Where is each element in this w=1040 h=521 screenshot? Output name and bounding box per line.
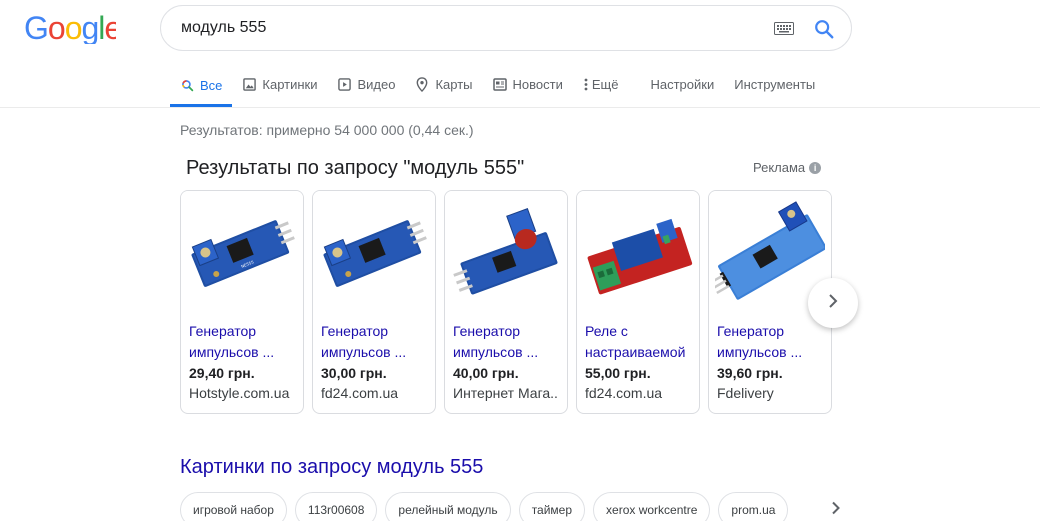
product-card[interactable]: Генератор импульсов ... 30,00 грн. fd24.… [312, 190, 436, 414]
info-icon[interactable]: i [809, 161, 822, 174]
search-input[interactable] [181, 6, 741, 50]
product-price: 30,00 грн. [321, 365, 387, 381]
product-store: Fdelivery [717, 385, 774, 401]
product-image[interactable] [313, 191, 435, 314]
product-card[interactable]: NE555 Генератор импульсов ... 29,40 грн.… [180, 190, 304, 414]
product-carousel: NE555 Генератор импульсов ... 29,40 грн.… [180, 190, 840, 414]
tab-video[interactable]: Видео [328, 64, 406, 105]
tab-more[interactable]: Ещё [573, 64, 629, 105]
tab-label: Настройки [650, 77, 715, 92]
tab-news[interactable]: Новости [483, 64, 573, 105]
product-card[interactable]: Реле с настраиваемой 55,00 грн. fd24.com… [576, 190, 700, 414]
tab-tools[interactable]: Инструменты [724, 64, 825, 105]
result-stats: Результатов: примерно 54 000 000 (0,44 с… [180, 122, 474, 138]
tab-images[interactable]: Картинки [232, 64, 327, 105]
image-chips: игровой набор 113r00608 релейный модуль … [180, 492, 796, 521]
chips-next-button[interactable] [822, 496, 850, 521]
tab-label: Картинки [262, 77, 318, 92]
product-price: 39,60 грн. [717, 365, 783, 381]
product-image[interactable] [445, 191, 567, 314]
tab-label: Новости [512, 77, 563, 92]
product-image[interactable] [577, 191, 699, 314]
search-submit-icon[interactable] [813, 18, 835, 40]
svg-text:Google: Google [24, 12, 116, 44]
image-chip[interactable]: игровой набор [180, 492, 287, 521]
tab-label: Инструменты [734, 77, 816, 92]
product-image[interactable]: NE555 [181, 191, 303, 314]
product-title[interactable]: Реле с настраиваемой [585, 321, 690, 363]
keyboard-icon[interactable] [774, 22, 794, 35]
search-icon [180, 78, 194, 92]
product-store: fd24.com.ua [321, 385, 399, 401]
image-chip[interactable]: таймер [518, 492, 586, 521]
image-chip[interactable]: 113r00608 [294, 492, 378, 521]
product-title[interactable]: Генератор импульсов ... [321, 321, 426, 363]
ads-label-text: Реклама [753, 160, 806, 175]
product-card[interactable]: Генератор импульсов ... 40,00 грн. Интер… [444, 190, 568, 414]
image-chip[interactable]: xerox workcentre [593, 492, 711, 521]
product-title[interactable]: Генератор импульсов ... [717, 321, 822, 363]
product-title[interactable]: Генератор импульсов ... [453, 321, 558, 363]
more-vert-icon [583, 78, 589, 92]
product-price: 40,00 грн. [453, 365, 519, 381]
tabs-divider [0, 107, 1040, 108]
product-store: fd24.com.ua [585, 385, 663, 401]
ads-label[interactable]: Реклама i [753, 160, 822, 175]
map-pin-icon [415, 77, 429, 92]
search-tabs: Все Картинки Видео Карты Новости Ещё Нас… [170, 64, 825, 107]
tab-label: Все [200, 77, 223, 93]
tab-all[interactable]: Все [170, 64, 233, 107]
product-price: 55,00 грн. [585, 365, 651, 381]
carousel-next-button[interactable] [808, 278, 858, 328]
product-store: Hotstyle.com.ua [189, 385, 290, 401]
tab-maps[interactable]: Карты [405, 64, 482, 105]
image-chip[interactable]: prom.ua [718, 492, 789, 521]
chevron-right-icon [827, 293, 839, 314]
tab-label: Карты [435, 77, 473, 92]
video-icon [338, 78, 352, 92]
ads-title: Результаты по запросу "модуль 555" [186, 157, 525, 179]
tab-label: Ещё [591, 77, 619, 92]
image-icon [242, 78, 256, 92]
google-logo[interactable]: Google [24, 12, 116, 44]
news-icon [492, 78, 507, 92]
images-section-title[interactable]: Картинки по запросу модуль 555 [180, 456, 483, 479]
product-title[interactable]: Генератор импульсов ... [189, 321, 294, 363]
search-box [160, 5, 852, 51]
product-store: Интернет Мага... [453, 385, 558, 401]
tab-label: Видео [357, 77, 396, 92]
chevron-right-icon [831, 501, 841, 520]
image-chip[interactable]: релейный модуль [385, 492, 511, 521]
product-price: 29,40 грн. [189, 365, 255, 381]
tab-settings[interactable]: Настройки [640, 64, 724, 105]
